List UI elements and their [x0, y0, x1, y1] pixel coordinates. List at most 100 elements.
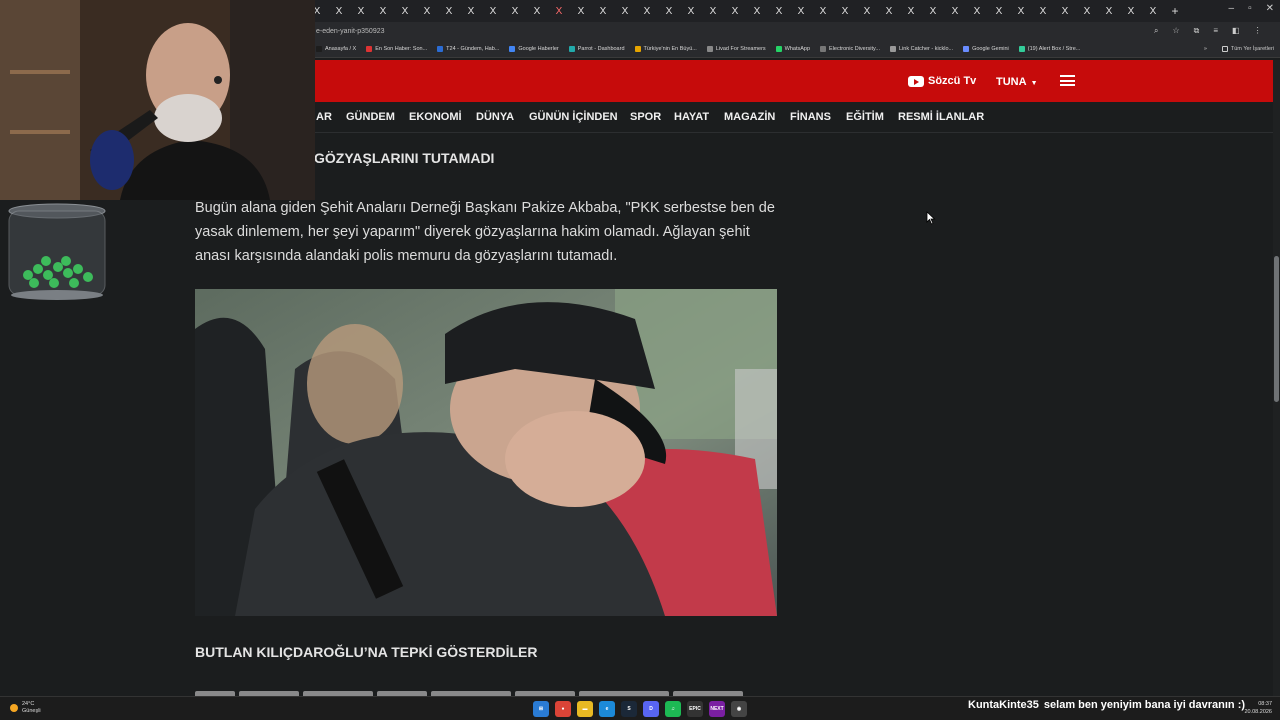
- system-clock[interactable]: 08:37 20.08.2026: [1244, 700, 1272, 716]
- minimize-button[interactable]: –: [1229, 3, 1235, 14]
- nav-item-egitim[interactable]: EĞİTİM: [846, 111, 884, 123]
- tab-close-icon[interactable]: X: [856, 6, 878, 17]
- nav-item-gundem[interactable]: GÜNDEM: [346, 111, 395, 123]
- nav-item[interactable]: AR: [316, 111, 332, 123]
- temperature: 24°C: [22, 701, 35, 707]
- tab-close-icon[interactable]: X: [724, 6, 746, 17]
- tab-close-icon[interactable]: X: [636, 6, 658, 17]
- bookmark-star-icon[interactable]: ☆: [1172, 26, 1179, 36]
- tab-close-icon[interactable]: X: [966, 6, 988, 17]
- weather-widget[interactable]: 24°C Güneşli: [10, 701, 41, 715]
- tab-close-icon[interactable]: X: [592, 6, 614, 17]
- hamburger-menu-icon[interactable]: [1060, 75, 1075, 86]
- bookmark-item[interactable]: En Son Haber: Son...: [366, 45, 427, 52]
- bookmark-item[interactable]: Google Gemini: [963, 45, 1009, 52]
- nav-item-finans[interactable]: FİNANS: [790, 111, 831, 123]
- tab-close-icon[interactable]: X: [1098, 6, 1120, 17]
- spotify-icon[interactable]: ♫: [665, 701, 681, 717]
- recorder-icon[interactable]: ◉: [731, 701, 747, 717]
- bookmark-item[interactable]: (19) Alert Box / Stre...: [1018, 45, 1081, 52]
- obs-app-icon[interactable]: NEXT: [709, 701, 725, 717]
- tab-close-icon[interactable]: X: [658, 6, 680, 17]
- bookmark-item[interactable]: T24 - Gündem, Hab...: [437, 45, 499, 52]
- zoom-icon[interactable]: ⌕: [1154, 26, 1158, 36]
- tab-close-icon[interactable]: X: [328, 6, 350, 17]
- tab-close-icon[interactable]: X: [834, 6, 856, 17]
- bookmark-item[interactable]: Link Catcher - kicklo...: [889, 45, 953, 52]
- nav-item-gunun-icinden[interactable]: GÜNÜN İÇİNDEN: [529, 111, 618, 123]
- tab-close-icon[interactable]: X: [812, 6, 834, 17]
- tab-close-icon[interactable]: X: [790, 6, 812, 17]
- nav-item-hayat[interactable]: HAYAT: [674, 111, 709, 123]
- all-bookmarks-link[interactable]: Tüm Yer İşaretleri: [1231, 46, 1274, 52]
- bookmark-item[interactable]: Livad For Streamers: [706, 45, 766, 52]
- bookmark-item[interactable]: Google Haberler: [509, 45, 559, 52]
- bookmarks-overflow-icon[interactable]: »: [1204, 46, 1207, 52]
- tab-close-icon[interactable]: X: [614, 6, 636, 17]
- tab-close-icon[interactable]: X: [1010, 6, 1032, 17]
- tab-close-icon[interactable]: X: [570, 6, 592, 17]
- tab-close-icon[interactable]: X: [372, 6, 394, 17]
- bookmark-label: (19) Alert Box / Stre...: [1027, 45, 1081, 52]
- scrollbar-thumb[interactable]: [1274, 256, 1279, 402]
- tab-close-icon[interactable]: X: [394, 6, 416, 17]
- steam-icon[interactable]: S: [621, 701, 637, 717]
- nav-item-spor[interactable]: SPOR: [630, 111, 661, 123]
- tab-close-icon[interactable]: X: [1076, 6, 1098, 17]
- bookmark-favicon-icon: [366, 45, 373, 52]
- url-field[interactable]: e-eden-yanit-p350923: [316, 28, 1136, 35]
- tab-close-icon[interactable]: X: [482, 6, 504, 17]
- bookmark-item[interactable]: WhatsApp: [775, 45, 810, 52]
- close-window-button[interactable]: ✕: [1266, 3, 1274, 14]
- tab-close-icon[interactable]: X: [416, 6, 438, 17]
- bookmark-item[interactable]: Türkiye'nin En Büyü...: [634, 45, 697, 52]
- bookmark-favicon-icon: [437, 45, 444, 52]
- page-scrollbar[interactable]: [1273, 60, 1280, 696]
- extensions-icon[interactable]: ⧉: [1194, 26, 1200, 36]
- profile-icon[interactable]: ◧: [1232, 26, 1240, 36]
- bookmark-item[interactable]: Parrot - Dashboard: [568, 45, 625, 52]
- tab-close-icon[interactable]: X: [548, 6, 570, 17]
- reading-list-icon[interactable]: ≡: [1213, 26, 1218, 36]
- maximize-button[interactable]: ▫: [1248, 3, 1252, 14]
- bookmark-item[interactable]: Anasayfa / X: [316, 45, 356, 52]
- tab-close-icon[interactable]: X: [944, 6, 966, 17]
- windows-start-icon[interactable]: ⊞: [533, 701, 549, 717]
- tab-close-icon[interactable]: X: [350, 6, 372, 17]
- nav-item-magazin[interactable]: MAGAZİN: [724, 111, 775, 123]
- tab-close-icon[interactable]: X: [768, 6, 790, 17]
- chrome-icon[interactable]: ●: [555, 701, 571, 717]
- nav-item-resmi-ilanlar[interactable]: RESMİ İLANLAR: [898, 111, 984, 123]
- new-tab-button[interactable]: +: [1164, 4, 1186, 18]
- nav-item-ekonomi[interactable]: EKONOMİ: [409, 111, 462, 123]
- tab-close-icon[interactable]: X: [460, 6, 482, 17]
- youtube-link[interactable]: Sözcü Tv: [908, 75, 976, 87]
- tab-close-icon[interactable]: X: [988, 6, 1010, 17]
- file-explorer-icon[interactable]: ▬: [577, 701, 593, 717]
- tab-close-icon[interactable]: X: [922, 6, 944, 17]
- epic-games-icon[interactable]: EPIC: [687, 701, 703, 717]
- tab-close-icon[interactable]: X: [680, 6, 702, 17]
- tab-close-icon[interactable]: X: [1142, 6, 1164, 17]
- bookmark-favicon-icon: [963, 45, 970, 52]
- article-photo: [195, 289, 777, 616]
- menu-icon[interactable]: ⋮: [1254, 26, 1262, 36]
- tab-close-icon[interactable]: X: [878, 6, 900, 17]
- discord-icon[interactable]: D: [643, 701, 659, 717]
- tab-close-icon[interactable]: X: [526, 6, 548, 17]
- tab-close-icon[interactable]: X: [1120, 6, 1142, 17]
- tab-close-icon[interactable]: X: [900, 6, 922, 17]
- tab-close-icon[interactable]: X: [504, 6, 526, 17]
- bookmark-item[interactable]: Electronic Diversity...: [820, 45, 880, 52]
- tab-close-icon[interactable]: X: [702, 6, 724, 17]
- user-menu[interactable]: TUNA ▼: [996, 76, 1038, 88]
- tab-close-icon[interactable]: X: [746, 6, 768, 17]
- nav-item-dunya[interactable]: DÜNYA: [476, 111, 514, 123]
- address-bar-icons: ⌕ ☆ ⧉ ≡ ◧ ⋮: [1154, 26, 1262, 36]
- tab-close-icon[interactable]: X: [1032, 6, 1054, 17]
- tab-close-icon[interactable]: X: [1054, 6, 1076, 17]
- tab-close-icon[interactable]: X: [438, 6, 460, 17]
- edge-icon[interactable]: e: [599, 701, 615, 717]
- bookmark-favicon-icon: [316, 45, 322, 52]
- sun-icon: [10, 704, 18, 712]
